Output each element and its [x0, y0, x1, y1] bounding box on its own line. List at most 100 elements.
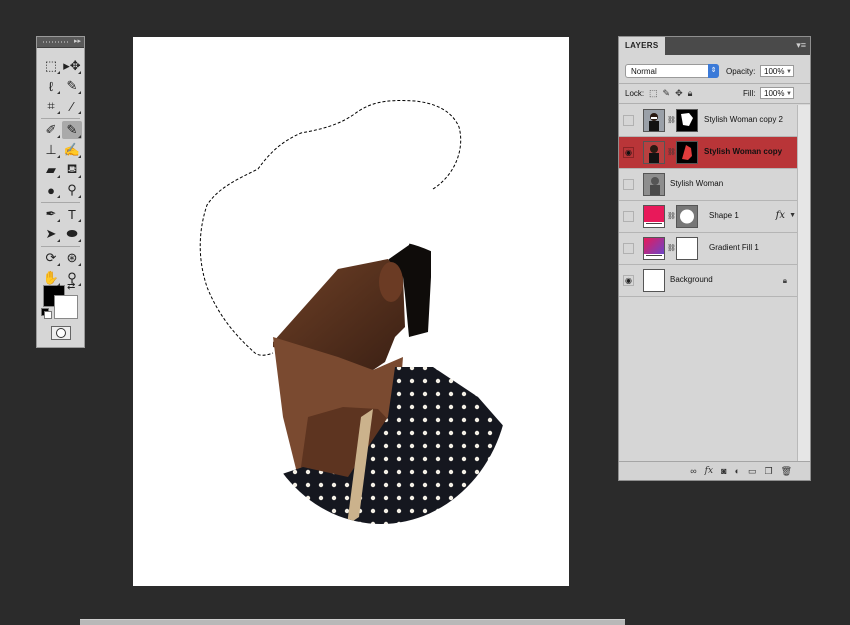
- layer-row[interactable]: Stylish Woman: [619, 169, 799, 201]
- clone-stamp-icon[interactable]: ⊥: [41, 141, 61, 159]
- fill-field[interactable]: 100% ▼: [760, 87, 794, 99]
- layers-panel-footer: ∞ fx ◙ ◐ ▭ ❐ 🗑︎: [619, 461, 810, 480]
- tool-separator: [41, 118, 80, 119]
- vector-mask-thumbnail[interactable]: [676, 205, 698, 228]
- blur-icon[interactable]: ●: [41, 181, 61, 199]
- 3d-rotate-icon[interactable]: ⟳: [41, 249, 61, 267]
- tool-separator: [41, 202, 80, 203]
- zoom-icon[interactable]: ⚲: [62, 269, 82, 287]
- healing-brush-icon[interactable]: ✐: [41, 121, 61, 139]
- visibility-toggle[interactable]: [623, 243, 634, 254]
- chevron-down-icon: ▼: [786, 69, 792, 75]
- mask-icon[interactable]: ◙: [721, 466, 726, 476]
- lock-transparent-icon[interactable]: ⬚: [649, 88, 658, 99]
- ellipse-shape-icon[interactable]: ⬬: [62, 225, 82, 243]
- chevron-updown-icon: ⇕: [708, 64, 719, 78]
- lock-label: Lock:: [625, 89, 645, 98]
- divider: [619, 103, 810, 104]
- layer-thumbnail: [643, 173, 665, 196]
- canvas-artwork: [199, 100, 509, 524]
- panel-menu-icon[interactable]: ▾≡: [796, 40, 806, 51]
- mask-link-icon[interactable]: ⛓: [667, 212, 676, 220]
- tools-panel-grip[interactable]: ▸▸: [37, 37, 84, 48]
- visibility-toggle[interactable]: [623, 211, 634, 222]
- blend-mode-value: Normal: [631, 67, 657, 76]
- layer-row[interactable]: ⛓ Shape 1 fx ▼: [619, 201, 799, 233]
- layer-row[interactable]: ⛓ Stylish Woman copy 2: [619, 105, 799, 137]
- layer-row[interactable]: ◉ ⛓ Stylish Woman copy: [619, 137, 799, 169]
- grip-dots: [43, 41, 70, 43]
- layer-mask-thumbnail[interactable]: [676, 141, 698, 164]
- fill-value: 100%: [764, 89, 785, 98]
- layer-name: Stylish Woman copy 2: [704, 115, 783, 124]
- hand-icon[interactable]: ✋: [41, 269, 61, 287]
- layers-scrollbar[interactable]: [797, 105, 810, 462]
- fx-icon[interactable]: fx: [776, 210, 785, 221]
- visibility-toggle[interactable]: [623, 179, 634, 190]
- chevron-down-icon[interactable]: ▼: [789, 212, 796, 219]
- eye-icon[interactable]: ◉: [623, 147, 634, 158]
- 3d-orbit-icon[interactable]: ⊛: [62, 249, 82, 267]
- woman-image-layer: [253, 240, 509, 524]
- layer-name: Stylish Woman copy: [704, 147, 783, 156]
- history-brush-icon[interactable]: ✍: [62, 141, 82, 159]
- crop-icon[interactable]: ⌗: [41, 97, 61, 115]
- blend-mode-select[interactable]: Normal ⇕: [625, 64, 719, 78]
- layer-name: Shape 1: [709, 211, 739, 220]
- paint-bucket-icon[interactable]: ⛾: [62, 161, 82, 179]
- move-icon[interactable]: ▸✥: [62, 57, 82, 75]
- mask-link-icon[interactable]: ⛓: [667, 244, 676, 252]
- dodge-icon[interactable]: ⚲: [62, 181, 82, 199]
- lock-position-icon[interactable]: ✥: [675, 88, 683, 99]
- status-bar: [80, 619, 625, 625]
- layer-mask-thumbnail[interactable]: [676, 237, 698, 260]
- rect-marquee-icon[interactable]: ⬚: [41, 57, 61, 75]
- layer-name: Gradient Fill 1: [709, 243, 759, 252]
- eraser-icon[interactable]: ▰: [41, 161, 61, 179]
- layer-name: Background: [670, 275, 713, 284]
- layer-name: Stylish Woman: [670, 179, 724, 188]
- type-icon[interactable]: T: [62, 205, 82, 223]
- tab-layers[interactable]: LAYERS: [619, 37, 665, 55]
- default-colors-icon[interactable]: [41, 308, 52, 319]
- chevron-down-icon: ▼: [786, 91, 792, 97]
- lasso-icon[interactable]: ℓ: [41, 77, 61, 95]
- visibility-toggle[interactable]: [623, 115, 634, 126]
- opacity-value: 100%: [764, 67, 785, 76]
- layer-mask-thumbnail[interactable]: [676, 109, 698, 132]
- link-icon[interactable]: ∞: [690, 466, 696, 476]
- tools-panel: ▸▸ ⇄ ⬚ ▸✥ ℓ ✎ ⌗ ⁄ ✐ ✎ ⊥ ✍ ▰ ⛾ ● ⚲ ✒ T ➤ ⬬ ⟳ ⊛ ✋ ⚲: [36, 36, 85, 348]
- opacity-label: Opacity:: [726, 67, 756, 76]
- quick-mask-button[interactable]: [51, 326, 71, 340]
- layer-row[interactable]: ⛓ Gradient Fill 1: [619, 233, 799, 265]
- eye-icon[interactable]: ◉: [623, 275, 634, 286]
- layer-list: ⛓ Stylish Woman copy 2 ◉ ⛓ Stylish Woman…: [619, 105, 799, 297]
- background-color-swatch[interactable]: [54, 295, 78, 319]
- brush-icon[interactable]: ✎: [62, 121, 82, 139]
- path-select-icon[interactable]: ➤: [41, 225, 61, 243]
- layer-thumbnail: [643, 109, 665, 132]
- divider: [619, 83, 810, 84]
- fx-icon[interactable]: fx: [705, 466, 713, 476]
- layer-row[interactable]: ◉ Background 🔒︎: [619, 265, 799, 297]
- adjustment-icon[interactable]: ◐: [735, 466, 740, 476]
- lock-image-icon[interactable]: ✎: [663, 88, 671, 99]
- opacity-field[interactable]: 100% ▼: [760, 65, 794, 77]
- quick-mask-icon: [56, 328, 66, 338]
- lock-options: ⬚ ✎ ✥ 🔒︎: [649, 88, 692, 99]
- gradient-fill-thumbnail: [643, 237, 665, 260]
- layer-thumbnail: [643, 141, 665, 164]
- pen-icon[interactable]: ✒: [41, 205, 61, 223]
- trash-icon[interactable]: 🗑︎: [781, 466, 792, 477]
- collapse-icon[interactable]: ▸▸: [74, 37, 81, 47]
- mask-link-icon[interactable]: ⛓: [667, 116, 676, 124]
- lock-all-icon[interactable]: 🔒︎: [688, 88, 693, 99]
- fill-label: Fill:: [743, 89, 756, 98]
- quick-select-icon[interactable]: ✎: [62, 77, 82, 95]
- tool-separator: [41, 246, 80, 247]
- mask-link-icon[interactable]: ⛓: [667, 148, 676, 156]
- eyedropper-icon[interactable]: ⁄: [62, 97, 82, 115]
- document-canvas[interactable]: [133, 37, 569, 586]
- group-icon[interactable]: ▭: [748, 466, 757, 477]
- new-layer-icon[interactable]: ❐: [764, 466, 772, 477]
